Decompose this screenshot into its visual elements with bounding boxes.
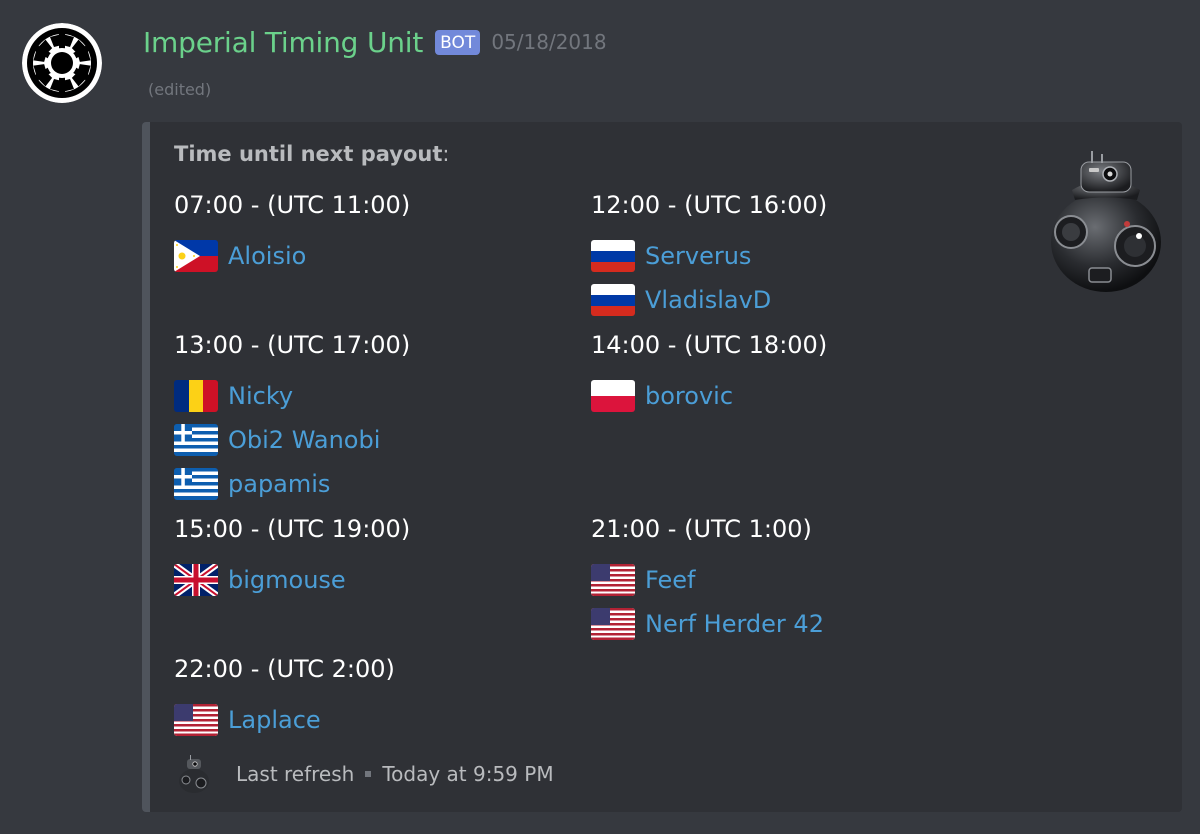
- payout-field: 13:00 - (UTC 17:00) Nicky Obi2 Wanobi pa…: [174, 328, 410, 506]
- edited-label: (edited): [148, 80, 212, 99]
- field-title: 15:00 - (UTC 19:00): [174, 515, 411, 543]
- footer-separator: [365, 771, 372, 777]
- payout-field: 22:00 - (UTC 2:00) Laplace: [174, 652, 395, 742]
- user-entry: Nerf Herder 42: [591, 602, 824, 646]
- embed-description-suffix: :: [442, 142, 450, 166]
- user-entry: borovic: [591, 374, 827, 418]
- user-entry: Nicky: [174, 374, 410, 418]
- user-link[interactable]: borovic: [645, 382, 733, 410]
- field-value: Nicky Obi2 Wanobi papamis: [174, 374, 410, 506]
- russia-flag-icon: [591, 240, 635, 272]
- romania-flag-icon: [174, 380, 218, 412]
- field-title: 12:00 - (UTC 16:00): [591, 191, 828, 219]
- message-timestamp: 05/18/2018: [491, 30, 607, 54]
- united-states-flag-icon: [174, 704, 218, 736]
- field-value: Serverus VladislavD: [591, 234, 827, 322]
- field-value: Aloisio: [174, 234, 410, 278]
- philippines-flag-icon: [174, 240, 218, 272]
- payout-field: 12:00 - (UTC 16:00) Serverus VladislavD: [591, 188, 827, 322]
- united-states-flag-icon: [591, 608, 635, 640]
- avatar[interactable]: [22, 23, 102, 103]
- message-header: Imperial Timing Unit BOT 05/18/2018: [143, 24, 607, 60]
- embed-description-bold: Time until next payout: [174, 142, 443, 166]
- user-entry: VladislavD: [591, 278, 827, 322]
- user-entry: Obi2 Wanobi: [174, 418, 410, 462]
- chat-message: Imperial Timing Unit BOT 05/18/2018 (edi…: [0, 0, 1200, 834]
- payout-field: 21:00 - (UTC 1:00) Feef Nerf Herder 42: [591, 512, 824, 646]
- greece-flag-icon: [174, 424, 218, 456]
- field-title: 22:00 - (UTC 2:00): [174, 655, 395, 683]
- bb9e-droid-icon: [179, 755, 209, 793]
- user-link[interactable]: Aloisio: [228, 242, 306, 270]
- user-entry: Serverus: [591, 234, 827, 278]
- embed-footer: Last refresh Today at 9:59 PM: [178, 755, 554, 793]
- user-link[interactable]: Nerf Herder 42: [645, 610, 824, 638]
- field-value: borovic: [591, 374, 827, 418]
- field-title: 14:00 - (UTC 18:00): [591, 331, 828, 359]
- user-entry: papamis: [174, 462, 410, 506]
- field-value: Feef Nerf Herder 42: [591, 558, 824, 646]
- user-entry: bigmouse: [174, 558, 410, 602]
- payout-field: 15:00 - (UTC 19:00) bigmouse: [174, 512, 410, 602]
- user-entry: Aloisio: [174, 234, 410, 278]
- user-link[interactable]: VladislavD: [645, 286, 771, 314]
- united-states-flag-icon: [591, 564, 635, 596]
- user-link[interactable]: Obi2 Wanobi: [228, 426, 380, 454]
- footer-timestamp: Today at 9:59 PM: [382, 762, 554, 786]
- user-link[interactable]: papamis: [228, 470, 330, 498]
- imperial-crest-icon: [22, 23, 102, 103]
- user-link[interactable]: bigmouse: [228, 566, 346, 594]
- field-value: bigmouse: [174, 558, 410, 602]
- bot-tag: BOT: [435, 29, 481, 55]
- poland-flag-icon: [591, 380, 635, 412]
- bb9e-droid-icon: [1051, 151, 1161, 292]
- embed-thumbnail[interactable]: [1047, 150, 1165, 292]
- field-title: 07:00 - (UTC 11:00): [174, 191, 411, 219]
- user-link[interactable]: Feef: [645, 566, 695, 594]
- field-title: 21:00 - (UTC 1:00): [591, 515, 812, 543]
- payout-field: 07:00 - (UTC 11:00) Aloisio: [174, 188, 410, 278]
- user-entry: Laplace: [174, 698, 395, 742]
- united-kingdom-flag-icon: [174, 564, 218, 596]
- username[interactable]: Imperial Timing Unit: [143, 26, 423, 59]
- russia-flag-icon: [591, 284, 635, 316]
- embed: Time until next payout: 07:00 - (UTC 11:…: [142, 122, 1182, 812]
- field-title: 13:00 - (UTC 17:00): [174, 331, 411, 359]
- user-entry: Feef: [591, 558, 824, 602]
- user-link[interactable]: Nicky: [228, 382, 293, 410]
- footer-text: Last refresh: [236, 762, 355, 786]
- user-link[interactable]: Serverus: [645, 242, 751, 270]
- user-link[interactable]: Laplace: [228, 706, 321, 734]
- payout-field: 14:00 - (UTC 18:00) borovic: [591, 328, 827, 418]
- greece-flag-icon: [174, 468, 218, 500]
- embed-description: Time until next payout:: [174, 142, 449, 166]
- field-value: Laplace: [174, 698, 395, 742]
